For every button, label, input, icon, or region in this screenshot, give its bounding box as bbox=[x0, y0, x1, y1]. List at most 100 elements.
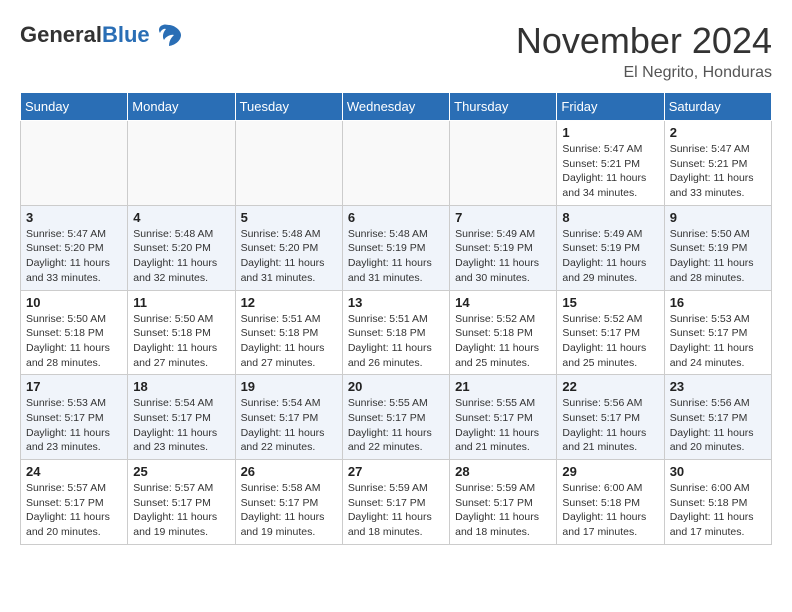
day-number: 22 bbox=[562, 379, 658, 394]
calendar-cell: 29 Sunrise: 6:00 AM Sunset: 5:18 PM Dayli… bbox=[557, 460, 664, 545]
day-info: Sunrise: 5:53 AM Sunset: 5:17 PM Dayligh… bbox=[26, 396, 122, 455]
logo-text: GeneralBlue bbox=[20, 20, 184, 50]
calendar-cell: 26Sunrise: 5:58 AM Sunset: 5:17 PM Dayli… bbox=[235, 460, 342, 545]
calendar-cell: 5 Sunrise: 5:48 AM Sunset: 5:20 PM Daylig… bbox=[235, 205, 342, 290]
day-number: 19 bbox=[241, 379, 337, 394]
calendar-cell bbox=[235, 121, 342, 206]
day-info: Sunrise: 5:52 AM Sunset: 5:18 PM Dayligh… bbox=[455, 312, 551, 371]
day-info: Sunrise: 5:50 AM Sunset: 5:19 PM Dayligh… bbox=[670, 227, 766, 286]
calendar-cell: 23 Sunrise: 5:56 AM Sunset: 5:17 PM Dayli… bbox=[664, 375, 771, 460]
weekday-header-thursday: Thursday bbox=[450, 93, 557, 121]
title-block: November 2024 El Negrito, Honduras bbox=[516, 20, 772, 82]
day-info: Sunrise: 5:57 AM Sunset: 5:17 PM Dayligh… bbox=[26, 481, 122, 540]
month-title: November 2024 bbox=[516, 20, 772, 62]
day-number: 1 bbox=[562, 125, 658, 140]
day-info: Sunrise: 5:50 AM Sunset: 5:18 PM Dayligh… bbox=[26, 312, 122, 371]
calendar-cell: 4Sunrise: 5:48 AM Sunset: 5:20 PM Daylig… bbox=[128, 205, 235, 290]
day-info: Sunrise: 5:53 AM Sunset: 5:17 PM Dayligh… bbox=[670, 312, 766, 371]
day-number: 8 bbox=[562, 210, 658, 225]
calendar-cell: 1 Sunrise: 5:47 AM Sunset: 5:21 PM Daylig… bbox=[557, 121, 664, 206]
day-number: 27 bbox=[348, 464, 444, 479]
day-number: 14 bbox=[455, 295, 551, 310]
day-number: 23 bbox=[670, 379, 766, 394]
calendar-cell: 19 Sunrise: 5:54 AM Sunset: 5:17 PM Dayli… bbox=[235, 375, 342, 460]
day-info: Sunrise: 5:52 AM Sunset: 5:17 PM Dayligh… bbox=[562, 312, 658, 371]
day-number: 12 bbox=[241, 295, 337, 310]
day-info: Sunrise: 5:55 AM Sunset: 5:17 PM Dayligh… bbox=[348, 396, 444, 455]
day-info: Sunrise: 5:47 AM Sunset: 5:20 PM Dayligh… bbox=[26, 227, 122, 286]
day-info: Sunrise: 5:51 AM Sunset: 5:18 PM Dayligh… bbox=[348, 312, 444, 371]
logo-general: GeneralBlue bbox=[20, 24, 150, 46]
calendar-cell: 11Sunrise: 5:50 AM Sunset: 5:18 PM Dayli… bbox=[128, 290, 235, 375]
calendar-cell: 3 Sunrise: 5:47 AM Sunset: 5:20 PM Daylig… bbox=[21, 205, 128, 290]
calendar-cell: 9 Sunrise: 5:50 AM Sunset: 5:19 PM Daylig… bbox=[664, 205, 771, 290]
day-info: Sunrise: 5:51 AM Sunset: 5:18 PM Dayligh… bbox=[241, 312, 337, 371]
day-info: Sunrise: 5:56 AM Sunset: 5:17 PM Dayligh… bbox=[670, 396, 766, 455]
calendar-week-row: 3 Sunrise: 5:47 AM Sunset: 5:20 PM Daylig… bbox=[21, 205, 772, 290]
day-info: Sunrise: 5:55 AM Sunset: 5:17 PM Dayligh… bbox=[455, 396, 551, 455]
calendar-cell bbox=[450, 121, 557, 206]
calendar-table: SundayMondayTuesdayWednesdayThursdayFrid… bbox=[20, 92, 772, 545]
calendar-cell: 12 Sunrise: 5:51 AM Sunset: 5:18 PM Dayli… bbox=[235, 290, 342, 375]
day-number: 24 bbox=[26, 464, 122, 479]
day-info: Sunrise: 5:54 AM Sunset: 5:17 PM Dayligh… bbox=[133, 396, 229, 455]
day-info: Sunrise: 5:47 AM Sunset: 5:21 PM Dayligh… bbox=[562, 142, 658, 201]
calendar-week-row: 24 Sunrise: 5:57 AM Sunset: 5:17 PM Dayli… bbox=[21, 460, 772, 545]
calendar-cell: 8 Sunrise: 5:49 AM Sunset: 5:19 PM Daylig… bbox=[557, 205, 664, 290]
calendar-cell: 14 Sunrise: 5:52 AM Sunset: 5:18 PM Dayli… bbox=[450, 290, 557, 375]
day-number: 5 bbox=[241, 210, 337, 225]
day-info: Sunrise: 5:47 AM Sunset: 5:21 PM Dayligh… bbox=[670, 142, 766, 201]
day-number: 18 bbox=[133, 379, 229, 394]
day-number: 2 bbox=[670, 125, 766, 140]
day-number: 15 bbox=[562, 295, 658, 310]
day-number: 17 bbox=[26, 379, 122, 394]
day-info: Sunrise: 5:58 AM Sunset: 5:17 PM Dayligh… bbox=[241, 481, 337, 540]
day-info: Sunrise: 5:49 AM Sunset: 5:19 PM Dayligh… bbox=[562, 227, 658, 286]
calendar-cell: 18 Sunrise: 5:54 AM Sunset: 5:17 PM Dayli… bbox=[128, 375, 235, 460]
day-info: Sunrise: 5:48 AM Sunset: 5:20 PM Dayligh… bbox=[133, 227, 229, 286]
calendar-header-row: SundayMondayTuesdayWednesdayThursdayFrid… bbox=[21, 93, 772, 121]
weekday-header-friday: Friday bbox=[557, 93, 664, 121]
calendar-week-row: 17 Sunrise: 5:53 AM Sunset: 5:17 PM Dayli… bbox=[21, 375, 772, 460]
day-info: Sunrise: 6:00 AM Sunset: 5:18 PM Dayligh… bbox=[562, 481, 658, 540]
calendar-cell bbox=[128, 121, 235, 206]
day-number: 29 bbox=[562, 464, 658, 479]
day-info: Sunrise: 6:00 AM Sunset: 5:18 PM Dayligh… bbox=[670, 481, 766, 540]
day-number: 7 bbox=[455, 210, 551, 225]
day-info: Sunrise: 5:57 AM Sunset: 5:17 PM Dayligh… bbox=[133, 481, 229, 540]
day-info: Sunrise: 5:59 AM Sunset: 5:17 PM Dayligh… bbox=[348, 481, 444, 540]
calendar-cell: 28Sunrise: 5:59 AM Sunset: 5:17 PM Dayli… bbox=[450, 460, 557, 545]
calendar-cell: 13 Sunrise: 5:51 AM Sunset: 5:18 PM Dayli… bbox=[342, 290, 449, 375]
location: El Negrito, Honduras bbox=[516, 64, 772, 82]
calendar-cell: 17 Sunrise: 5:53 AM Sunset: 5:17 PM Dayli… bbox=[21, 375, 128, 460]
calendar-cell bbox=[342, 121, 449, 206]
calendar-cell: 21 Sunrise: 5:55 AM Sunset: 5:17 PM Dayli… bbox=[450, 375, 557, 460]
day-number: 3 bbox=[26, 210, 122, 225]
calendar-cell: 20 Sunrise: 5:55 AM Sunset: 5:17 PM Dayli… bbox=[342, 375, 449, 460]
calendar-cell: 16 Sunrise: 5:53 AM Sunset: 5:17 PM Dayli… bbox=[664, 290, 771, 375]
day-info: Sunrise: 5:59 AM Sunset: 5:17 PM Dayligh… bbox=[455, 481, 551, 540]
calendar-cell: 24 Sunrise: 5:57 AM Sunset: 5:17 PM Dayli… bbox=[21, 460, 128, 545]
weekday-header-wednesday: Wednesday bbox=[342, 93, 449, 121]
calendar-cell: 7Sunrise: 5:49 AM Sunset: 5:19 PM Daylig… bbox=[450, 205, 557, 290]
day-number: 30 bbox=[670, 464, 766, 479]
day-number: 9 bbox=[670, 210, 766, 225]
day-info: Sunrise: 5:54 AM Sunset: 5:17 PM Dayligh… bbox=[241, 396, 337, 455]
weekday-header-sunday: Sunday bbox=[21, 93, 128, 121]
calendar-cell: 15 Sunrise: 5:52 AM Sunset: 5:17 PM Dayli… bbox=[557, 290, 664, 375]
calendar-cell bbox=[21, 121, 128, 206]
day-info: Sunrise: 5:48 AM Sunset: 5:19 PM Dayligh… bbox=[348, 227, 444, 286]
day-number: 11 bbox=[133, 295, 229, 310]
header: GeneralBlue November 2024 El Negrito, Ho… bbox=[20, 20, 772, 82]
calendar-cell: 27 Sunrise: 5:59 AM Sunset: 5:17 PM Dayli… bbox=[342, 460, 449, 545]
day-info: Sunrise: 5:48 AM Sunset: 5:20 PM Dayligh… bbox=[241, 227, 337, 286]
day-number: 21 bbox=[455, 379, 551, 394]
day-number: 20 bbox=[348, 379, 444, 394]
day-number: 16 bbox=[670, 295, 766, 310]
day-number: 10 bbox=[26, 295, 122, 310]
calendar-cell: 10 Sunrise: 5:50 AM Sunset: 5:18 PM Dayli… bbox=[21, 290, 128, 375]
calendar-cell: 2 Sunrise: 5:47 AM Sunset: 5:21 PM Daylig… bbox=[664, 121, 771, 206]
day-number: 13 bbox=[348, 295, 444, 310]
weekday-header-monday: Monday bbox=[128, 93, 235, 121]
calendar-cell: 6Sunrise: 5:48 AM Sunset: 5:19 PM Daylig… bbox=[342, 205, 449, 290]
